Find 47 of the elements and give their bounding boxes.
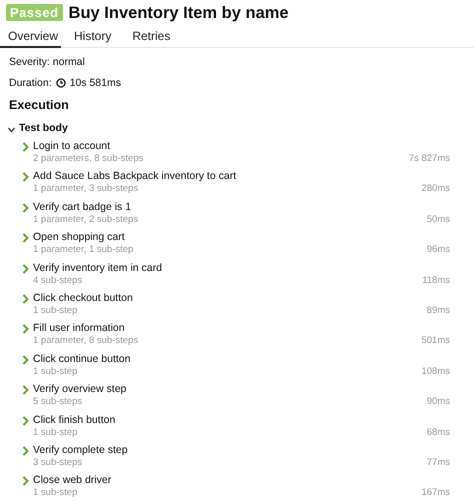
severity-text: Severity: normal <box>9 56 86 68</box>
step-details: 5 sub-steps <box>33 396 84 408</box>
step-name[interactable]: Close web driver <box>33 474 418 488</box>
step-duration: 118ms <box>422 274 450 288</box>
step-duration: 77ms <box>426 456 450 470</box>
step-details: 1 parameter, 8 sub-steps <box>33 335 140 348</box>
step-details: 1 parameter, 2 sub-steps <box>33 214 140 226</box>
step-duration: 501ms <box>421 335 450 348</box>
step-duration: 50ms <box>426 214 450 227</box>
step-name[interactable]: Verify inventory item in card <box>33 262 418 275</box>
step-name[interactable]: Verify cart badge is 1 <box>33 200 423 214</box>
group-title[interactable]: Test body <box>19 120 68 136</box>
step-duration: 167ms <box>421 487 450 500</box>
status-badge: Passed <box>6 4 63 21</box>
step-name[interactable]: Verify overview step <box>33 383 423 396</box>
tab[interactable]: Overview <box>0 22 61 48</box>
step-name[interactable]: Click finish button <box>33 414 423 427</box>
step-duration: 89ms <box>426 304 450 318</box>
step-name[interactable]: Login to account <box>33 140 405 153</box>
step-details: 1 parameter, 1 sub-step <box>33 244 134 256</box>
step-duration: 108ms <box>421 366 450 379</box>
step-details: 1 sub-step <box>33 304 78 317</box>
duration-label: Duration: <box>9 77 52 89</box>
step-name[interactable]: Open shopping cart <box>33 231 423 244</box>
step-name[interactable]: Click continue button <box>33 352 418 366</box>
section-heading: Execution <box>9 98 70 112</box>
step-duration: 280ms <box>421 183 450 196</box>
step-name[interactable]: Click checkout button <box>33 292 423 305</box>
step-details: 1 sub-step <box>33 426 78 439</box>
step-details: 3 sub-steps <box>33 456 84 469</box>
step-details: 1 parameter, 3 sub-steps <box>33 183 140 196</box>
step-name[interactable]: Verify complete step <box>33 444 423 457</box>
step-duration: 7s 827ms <box>408 153 450 166</box>
step-duration: 68ms <box>426 426 450 440</box>
step-name[interactable]: Fill user information <box>33 322 418 336</box>
duration-value: 10s 581ms <box>70 77 121 89</box>
step-duration: 96ms <box>426 244 450 258</box>
test-title: Buy Inventory Item by name <box>68 2 289 22</box>
step-details: 1 sub-step <box>33 487 78 500</box>
step-duration: 90ms <box>426 396 450 410</box>
step-details: 1 sub-step <box>33 366 78 378</box>
step-details: 4 sub-steps <box>33 274 84 287</box>
step-name[interactable]: Add Sauce Labs Backpack inventory to cart <box>33 170 418 184</box>
step-details: 2 parameters, 8 sub-steps <box>33 153 144 165</box>
tab[interactable]: Retries <box>124 22 178 48</box>
tab[interactable]: History <box>66 22 120 48</box>
clock-icon <box>56 78 66 88</box>
